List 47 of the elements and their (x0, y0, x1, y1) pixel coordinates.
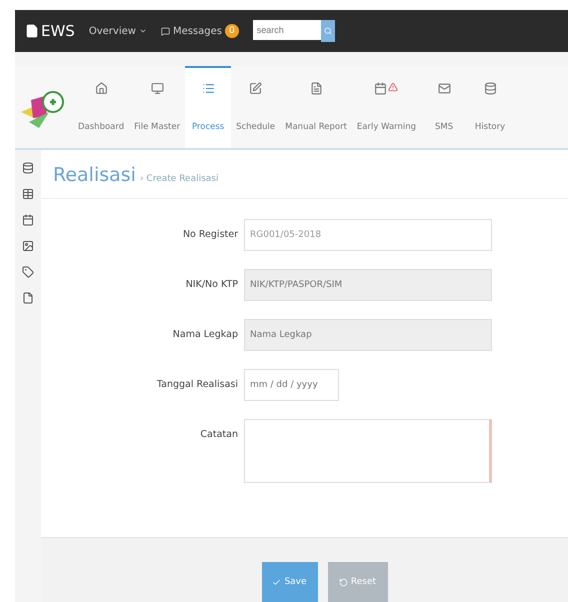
message-icon (160, 26, 170, 36)
list-icon (202, 82, 215, 95)
notes-field[interactable] (244, 419, 492, 483)
database-icon (484, 82, 497, 95)
field-label: No Register (182, 228, 238, 240)
tag-icon[interactable] (22, 266, 34, 278)
menu-tab[interactable]: SMS (421, 66, 468, 148)
overview-menu[interactable]: Overview (88, 26, 147, 36)
file-icon[interactable] (22, 292, 34, 304)
calendar-warning-icon (374, 82, 398, 95)
menu-tab[interactable]: Early Warning (352, 66, 422, 148)
calendar-icon[interactable] (22, 214, 34, 226)
monitor-icon (150, 82, 164, 95)
messages-label: Messages (172, 26, 222, 36)
input-field[interactable]: RG001/05-2018 (244, 219, 492, 251)
menu-tab[interactable]: Process (185, 66, 232, 148)
save-button[interactable]: Save (262, 562, 318, 602)
edit-icon (249, 82, 262, 95)
file-icon (25, 24, 39, 38)
home-icon (94, 82, 108, 95)
search-field[interactable]: search (252, 20, 321, 40)
messages-link[interactable]: Messages 0 (160, 24, 239, 38)
menu-tab[interactable]: Schedule (231, 66, 280, 148)
overview-label: Overview (88, 26, 136, 36)
breadcrumb[interactable]: › Create Realisasi (140, 174, 218, 184)
menu-tab[interactable]: Manual Report (280, 66, 352, 148)
envelope-icon (438, 82, 451, 95)
field-label: Nama Legkap (172, 328, 238, 340)
brand-logo[interactable]: EWS (25, 22, 75, 40)
field-label: NIK/No KTP (184, 278, 238, 290)
check-icon (272, 578, 282, 586)
field-label: Catatan (199, 428, 238, 440)
message-count: 0 (224, 24, 239, 38)
menu-tab[interactable]: History (467, 66, 514, 148)
image-icon[interactable] (22, 240, 34, 252)
field-label: Tanggal Realisasi (156, 378, 238, 390)
menu-tab[interactable]: Dashboard (73, 66, 130, 148)
menu-tab[interactable]: File Master (129, 66, 186, 148)
reset-icon (338, 578, 348, 586)
table-icon[interactable] (22, 188, 34, 200)
date-field[interactable]: mm / dd / yyyy (244, 369, 339, 401)
page-title: Realisasi (53, 164, 136, 186)
brand-name: EWS (41, 22, 75, 40)
database-icon[interactable] (22, 162, 34, 174)
caret-icon (138, 27, 147, 35)
document-icon (310, 82, 323, 95)
search-icon (324, 27, 332, 35)
